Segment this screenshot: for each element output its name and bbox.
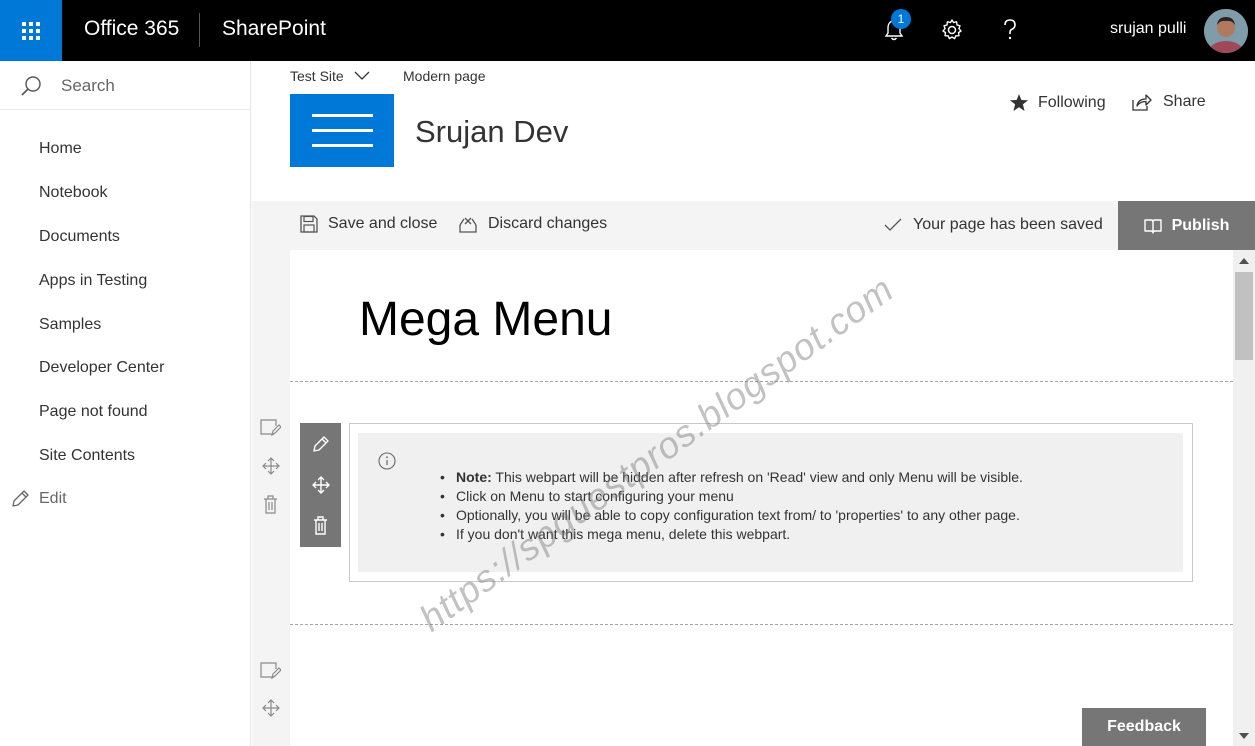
chevron-down-icon	[354, 71, 370, 80]
list-item: Note: This webpart will be hidden after …	[438, 468, 1023, 487]
list-item: Optionally, you will be able to copy con…	[438, 506, 1023, 525]
delete-webpart-button[interactable]	[300, 505, 341, 546]
app-launcher-button[interactable]	[0, 0, 62, 61]
breadcrumb-site[interactable]: Test Site	[290, 68, 370, 84]
search-box[interactable]: Search	[0, 61, 250, 110]
delete-section-button[interactable]	[263, 495, 278, 514]
save-and-close-label: Save and close	[328, 215, 438, 232]
nav-item-page-not-found[interactable]: Page not found	[39, 403, 148, 421]
move-section-button[interactable]	[262, 699, 280, 717]
scroll-up-button[interactable]	[1233, 253, 1255, 269]
app-launcher-icon	[22, 21, 40, 40]
site-logo[interactable]	[290, 94, 394, 167]
following-button[interactable]: Following	[1009, 93, 1106, 112]
suite-bar: Office 365 SharePoint 1 srujan pulli	[0, 0, 1255, 61]
trash-icon	[314, 516, 327, 535]
publish-button[interactable]: Publish	[1118, 201, 1255, 250]
notifications-button[interactable]: 1	[878, 9, 911, 46]
info-icon	[378, 452, 396, 470]
help-button[interactable]	[994, 14, 1026, 46]
edit-section-icon	[260, 662, 281, 679]
discard-changes-label: Discard changes	[488, 215, 608, 232]
scroll-down-arrow-icon	[1239, 733, 1249, 739]
sharepoint-app-name[interactable]: SharePoint	[222, 17, 326, 41]
following-label: Following	[1038, 93, 1106, 111]
section-divider	[290, 381, 1233, 382]
nav-item-site-contents[interactable]: Site Contents	[39, 447, 135, 465]
command-bar: Save and close Discard changes Your page…	[252, 201, 1255, 250]
nav-edit-link[interactable]: Edit	[10, 489, 67, 509]
floppy-disk-icon	[300, 215, 318, 233]
user-name[interactable]: srujan pulli	[1110, 20, 1186, 38]
list-item: Click on Menu to start configuring your …	[438, 487, 1023, 506]
question-icon	[1004, 19, 1016, 40]
nav-item-notebook[interactable]: Notebook	[39, 184, 108, 202]
move-icon	[262, 699, 280, 717]
scrollbar-thumb[interactable]	[1235, 272, 1253, 360]
nav-item-samples[interactable]: Samples	[39, 316, 101, 334]
site-title[interactable]: Srujan Dev	[415, 114, 568, 150]
left-navigation: Search Home Notebook Documents Apps in T…	[0, 61, 251, 746]
pencil-icon	[312, 435, 329, 452]
nav-item-apps-in-testing[interactable]: Apps in Testing	[39, 272, 147, 290]
nav-item-developer-center[interactable]: Developer Center	[39, 359, 164, 377]
list-item: If you don't want this mega menu, delete…	[438, 525, 1023, 544]
pencil-icon	[12, 490, 29, 507]
scroll-down-button[interactable]	[1233, 728, 1255, 744]
discard-icon	[459, 217, 477, 233]
search-input[interactable]: Search	[61, 76, 115, 96]
checkmark-icon	[884, 218, 902, 231]
save-and-close-button[interactable]: Save and close	[300, 215, 437, 233]
avatar[interactable]	[1204, 9, 1248, 53]
share-label: Share	[1163, 93, 1206, 110]
move-icon	[262, 457, 280, 475]
discard-changes-button[interactable]: Discard changes	[458, 215, 607, 233]
breadcrumb-page[interactable]: Modern page	[403, 68, 486, 84]
trash-icon	[264, 495, 277, 514]
webpart-instructions: Note: This webpart will be hidden after …	[438, 468, 1023, 544]
move-section-button[interactable]	[262, 457, 280, 475]
notification-badge: 1	[891, 9, 911, 29]
webpart-toolbar	[300, 423, 341, 547]
edit-section-icon	[260, 419, 281, 436]
section-divider	[290, 624, 1233, 625]
edit-section-button[interactable]	[260, 418, 281, 436]
save-status-text: Your page has been saved	[913, 216, 1103, 233]
search-icon	[21, 76, 41, 96]
breadcrumb-site-label: Test Site	[290, 68, 344, 84]
note-text: This webpart will be hidden after refres…	[491, 469, 1023, 485]
star-icon	[1010, 94, 1028, 111]
publish-label: Publish	[1171, 216, 1230, 234]
share-icon	[1132, 94, 1152, 111]
note-prefix: Note:	[456, 469, 492, 485]
suite-bar-divider	[199, 13, 200, 47]
nav-item-home[interactable]: Home	[39, 140, 82, 158]
move-webpart-button[interactable]	[300, 464, 341, 505]
gear-icon	[942, 19, 962, 40]
nav-edit-label: Edit	[39, 490, 67, 507]
book-icon	[1143, 218, 1162, 234]
scroll-up-arrow-icon	[1239, 258, 1249, 264]
share-button[interactable]: Share	[1132, 93, 1206, 111]
save-status: Your page has been saved	[884, 216, 1103, 234]
nav-item-documents[interactable]: Documents	[39, 228, 120, 246]
edit-webpart-button[interactable]	[300, 423, 341, 464]
feedback-button[interactable]: Feedback	[1082, 708, 1206, 746]
move-icon	[311, 475, 330, 494]
page-title[interactable]: Mega Menu	[359, 292, 612, 347]
settings-button[interactable]	[936, 14, 968, 46]
edit-section-button[interactable]	[260, 661, 281, 679]
office-365-brand[interactable]: Office 365	[84, 17, 179, 41]
